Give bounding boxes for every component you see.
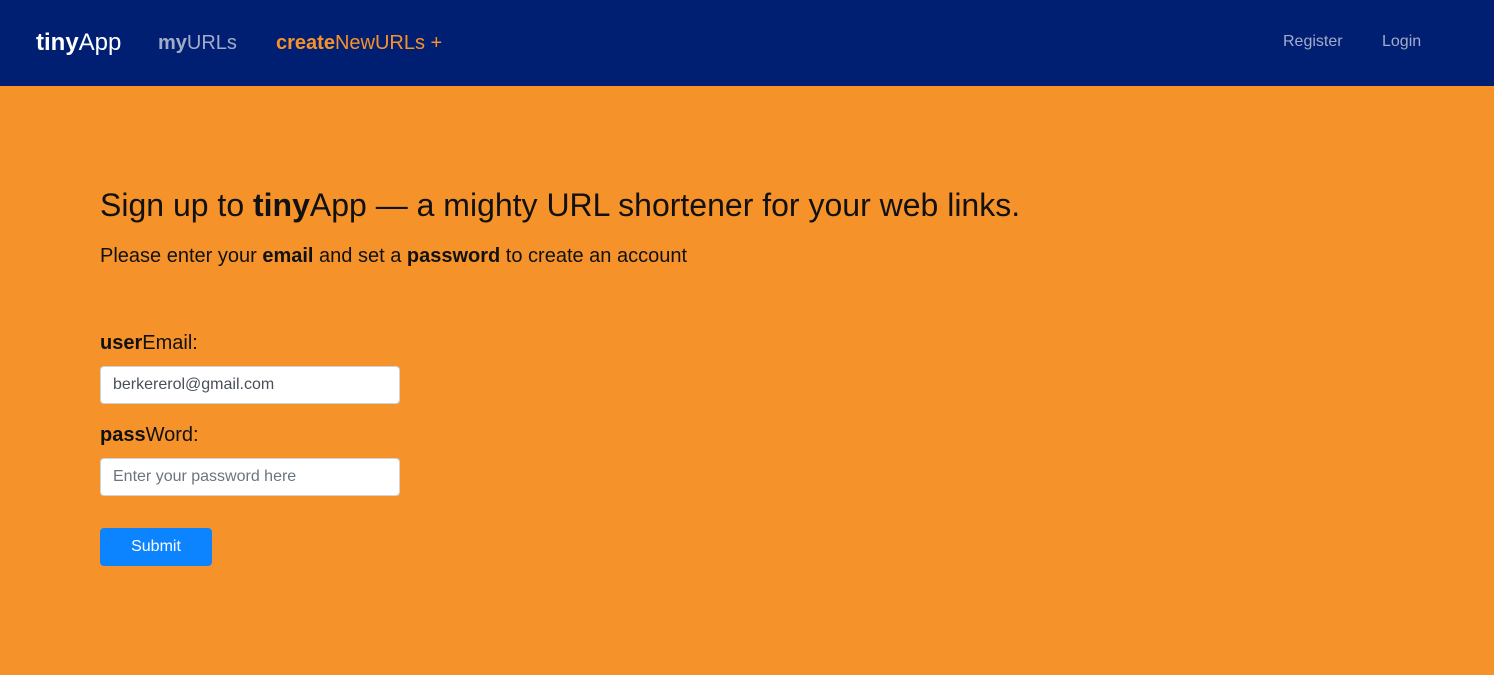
email-label-rest: Email: [142, 332, 198, 354]
email-label: userEmail: [100, 331, 198, 355]
page-subtitle: Please enter your email and set a passwo… [100, 244, 687, 268]
submit-button[interactable]: Submit [100, 528, 212, 566]
brand-rest: App [78, 29, 122, 56]
nav-my-urls-bold: my [158, 32, 187, 54]
subtitle-bold-email: email [262, 245, 314, 267]
subtitle-part2: and set a [313, 245, 407, 267]
nav-create-new-urls[interactable]: createNewURLs + [276, 31, 442, 55]
password-field[interactable] [100, 458, 400, 496]
password-label-bold: pass [100, 424, 146, 446]
nav-my-urls-rest: URLs [186, 32, 237, 54]
nav-register[interactable]: Register [1283, 32, 1343, 52]
password-label-rest: Word: [145, 424, 199, 446]
email-label-bold: user [100, 332, 143, 354]
page-title: Sign up to tinyApp — a mighty URL shorte… [100, 185, 1020, 225]
nav-login[interactable]: Login [1382, 32, 1421, 52]
brand-link[interactable]: tinyApp [36, 29, 121, 57]
page-title-bold: tiny [253, 187, 310, 223]
subtitle-part3: to create an account [500, 245, 688, 267]
brand-bold: tiny [36, 29, 79, 56]
password-label: passWord: [100, 423, 199, 447]
email-field[interactable] [100, 366, 400, 404]
navbar: tinyApp myURLs createNewURLs + Register … [0, 0, 1494, 86]
page-title-after: App — a mighty URL shortener for your we… [309, 187, 1021, 223]
subtitle-bold-password: password [406, 245, 501, 267]
nav-create-bold: create [276, 32, 335, 54]
nav-create-rest: NewURLs + [334, 32, 443, 54]
subtitle-part1: Please enter your [100, 245, 263, 267]
nav-my-urls[interactable]: myURLs [158, 31, 237, 55]
page-title-before: Sign up to [100, 187, 253, 223]
